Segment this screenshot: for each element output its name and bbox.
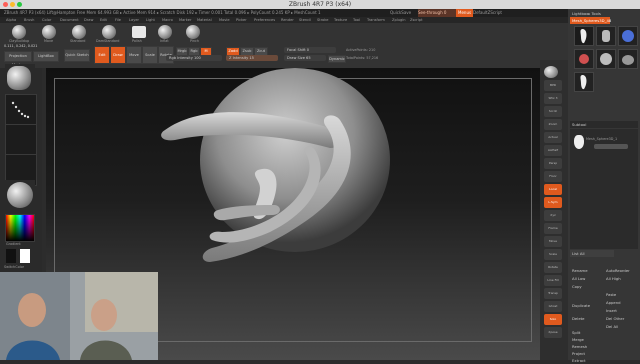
spix-button[interactable]: SPix 3	[544, 93, 562, 104]
split-button[interactable]: Split	[570, 329, 604, 336]
del-other-button[interactable]: Del Other	[604, 315, 638, 322]
transp-button[interactable]: Transp	[544, 288, 562, 299]
bpr-button[interactable]: BPR	[544, 80, 562, 91]
delete-button[interactable]: Delete	[570, 315, 604, 322]
tool-thumb-zsphere[interactable]	[574, 72, 594, 92]
subtool-item-name[interactable]: Mesh_Sphere3D_1	[586, 137, 617, 141]
webcam-video	[0, 272, 158, 360]
extract-button[interactable]: Extract	[570, 357, 604, 364]
xpose-button[interactable]: Xpose	[544, 327, 562, 338]
right-shelf: BPR SPix 3 Scroll Zoom Actual AAHalf Per…	[540, 60, 568, 360]
subtool-visibility-toggle[interactable]	[594, 144, 628, 149]
paste-button[interactable]: Paste	[604, 291, 638, 298]
persp-button[interactable]: Persp	[544, 158, 562, 169]
merge-button[interactable]: Merge	[570, 336, 604, 343]
zoom-button[interactable]: Zoom	[544, 119, 562, 130]
list-all-button[interactable]: List All	[570, 250, 614, 257]
all-high-button[interactable]: All High	[604, 275, 638, 282]
duplicate-button[interactable]: Duplicate	[570, 302, 604, 309]
actual-button[interactable]: Actual	[544, 132, 562, 143]
rotate-view-button[interactable]: Rotate	[544, 262, 562, 273]
tool-thumb-simplebrush[interactable]	[574, 49, 594, 69]
lightbox-tools-button[interactable]: Lightbox▸ Tools	[570, 10, 638, 17]
del-all-button[interactable]: Del All	[604, 323, 638, 330]
remesh-button[interactable]: Remesh	[570, 343, 604, 350]
floor-button[interactable]: Floor	[544, 171, 562, 182]
tool-thumb-polymesh[interactable]	[618, 26, 638, 46]
polyf-button[interactable]: Line Fill PolyF	[544, 275, 562, 293]
frame-button[interactable]: Frame	[544, 223, 562, 234]
tool-thumb-sphere[interactable]	[596, 49, 616, 69]
tool-thumb-tooth[interactable]	[574, 26, 594, 46]
solo-button[interactable]: Solo	[544, 314, 562, 325]
insert-button[interactable]: Insert	[604, 307, 638, 314]
project-button[interactable]: Project	[570, 350, 604, 357]
local-button[interactable]: Local	[544, 184, 562, 195]
move-view-button[interactable]: Move	[544, 236, 562, 247]
all-low-button[interactable]: All Low	[570, 275, 604, 282]
ghost-button[interactable]: Ghost	[544, 301, 562, 312]
lsym-button[interactable]: L.Sym	[544, 197, 562, 208]
bpr-render-icon[interactable]	[544, 66, 558, 78]
subtool-thumb-icon[interactable]	[574, 135, 584, 149]
aahalf-button[interactable]: AAHalf	[544, 145, 562, 156]
person-left-face	[18, 293, 46, 327]
subtool-list: Mesh_Sphere3D_1	[570, 129, 638, 249]
tool-palette: Lightbox▸ Tools Mesh_Spheres3D_48 Subtoo…	[568, 9, 640, 363]
autoreorder-button[interactable]: AutoReorder	[604, 267, 638, 274]
copy-button[interactable]: Copy	[570, 283, 604, 290]
current-tool-name[interactable]: Mesh_Spheres3D_48	[570, 17, 611, 24]
append-button[interactable]: Append	[604, 299, 638, 306]
subtool-header[interactable]: Subtool	[570, 121, 638, 128]
tool-thumb-mesh[interactable]	[618, 49, 638, 69]
rename-button[interactable]: Rename	[570, 267, 604, 274]
person-right-face	[91, 299, 117, 331]
tool-thumb-cylinder[interactable]	[596, 26, 616, 46]
webcam-overlay	[0, 272, 158, 360]
scroll-button[interactable]: Scroll	[544, 106, 562, 117]
scale-view-button[interactable]: Scale	[544, 249, 562, 260]
xyz-button[interactable]: Xyz	[544, 210, 562, 221]
